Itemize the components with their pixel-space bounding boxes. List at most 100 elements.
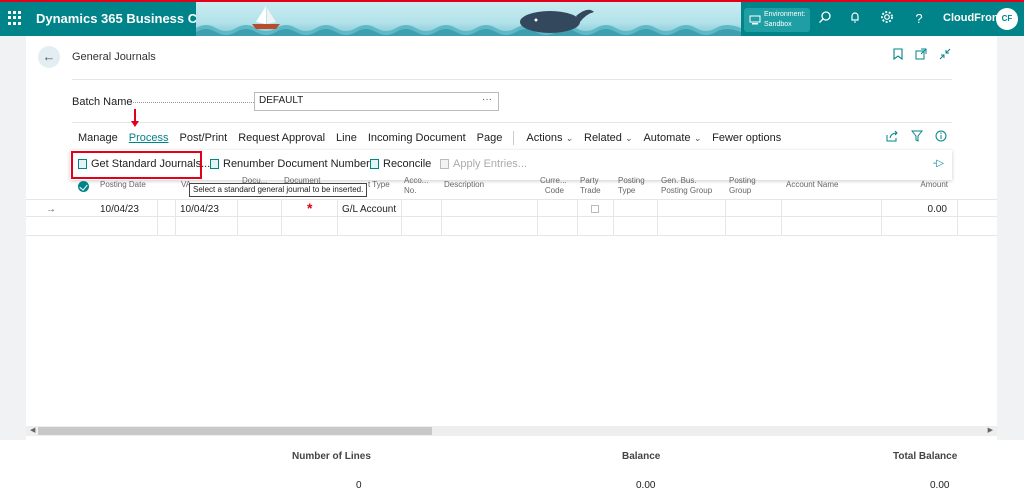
document-no-cell[interactable]: *	[282, 200, 338, 218]
col-amount[interactable]: Amount	[896, 180, 948, 190]
gen-prod-posting-group-cell[interactable]	[726, 200, 782, 218]
number-of-lines-value: 0	[356, 480, 362, 491]
menu-actions[interactable]: Actions ⌄	[526, 132, 573, 144]
table-row[interactable]	[26, 218, 997, 236]
bookmark-icon[interactable]	[893, 48, 903, 63]
fewer-options-link[interactable]: Fewer options	[712, 132, 781, 144]
col-gen-posting-type[interactable]: Posting Type	[618, 176, 645, 196]
scrollbar-thumb[interactable]	[38, 427, 432, 435]
search-icon[interactable]	[816, 10, 834, 28]
select-all-icon[interactable]	[78, 181, 89, 192]
currency-code-cell[interactable]	[538, 200, 578, 218]
avatar[interactable]: CF	[996, 8, 1018, 30]
col-gen-bus-posting-group[interactable]: Gen. Bus. Posting Group	[661, 176, 712, 196]
apply-entries-label: Apply Entries...	[453, 158, 527, 170]
cell[interactable]	[176, 218, 238, 236]
col-party-line1: Party	[580, 176, 599, 185]
cell[interactable]	[338, 218, 402, 236]
environment-value: Sandbox	[764, 21, 792, 28]
divider	[72, 79, 952, 80]
scroll-left-icon[interactable]: ◀	[30, 426, 35, 434]
col-gen-prod-line2: Group	[729, 186, 752, 195]
horizontal-scrollbar[interactable]: ◀ ▶	[26, 426, 997, 436]
col-currency-line2: Code	[544, 186, 564, 195]
col-posting-date[interactable]: Posting Date	[100, 180, 146, 190]
cell[interactable]	[726, 218, 782, 236]
environment-badge[interactable]: Environment: Sandbox	[744, 8, 810, 32]
menu-request-approval[interactable]: Request Approval	[238, 132, 325, 144]
menu-automate[interactable]: Automate ⌄	[643, 132, 701, 144]
cell[interactable]	[782, 218, 882, 236]
batch-name-label: Batch Name	[72, 96, 133, 108]
reconcile-button[interactable]: Reconcile	[370, 158, 431, 170]
menu-page[interactable]: Page	[477, 132, 503, 144]
balance-label: Balance	[622, 451, 661, 462]
description-cell[interactable]	[442, 200, 538, 218]
menu-related[interactable]: Related ⌄	[584, 132, 632, 144]
collapse-icon[interactable]	[939, 48, 951, 63]
open-new-window-icon[interactable]	[915, 48, 927, 63]
gear-icon[interactable]	[878, 10, 896, 28]
gen-bus-posting-group-cell[interactable]	[658, 200, 726, 218]
col-party-line2: Trade	[580, 186, 601, 195]
pin-icon[interactable]: -▷	[933, 158, 944, 169]
renumber-document-numbers-button[interactable]: Renumber Document Numbers	[210, 158, 375, 170]
batch-name-field[interactable]: DEFAULT ···	[254, 92, 499, 111]
page-tools	[886, 130, 947, 145]
col-gen-posting-line2: Type	[618, 186, 636, 195]
amount-cell[interactable]: 0.00	[882, 200, 958, 218]
col-account-no[interactable]: Acco... No.	[404, 176, 428, 196]
cell[interactable]	[96, 218, 158, 236]
col-party-trade[interactable]: Party Trade	[580, 176, 601, 196]
menu-process[interactable]: Process	[129, 132, 169, 144]
menu-incoming-document[interactable]: Incoming Document	[368, 132, 466, 144]
cell[interactable]	[402, 218, 442, 236]
environment-icon	[749, 15, 761, 25]
cell[interactable]	[882, 218, 958, 236]
app-launcher-icon[interactable]	[8, 11, 22, 25]
col-gen-posting-line1: Posting	[618, 176, 645, 185]
chevron-down-icon: ⌄	[624, 133, 633, 143]
cell[interactable]	[578, 218, 614, 236]
scroll-right-icon[interactable]: ▶	[988, 426, 993, 434]
col-gen-prod-line1: Posting	[729, 176, 756, 185]
col-account-type[interactable]: t Type	[368, 180, 390, 190]
highlight-box	[71, 151, 202, 179]
back-arrow-icon[interactable]: ←	[38, 46, 60, 68]
menu-line[interactable]: Line	[336, 132, 357, 144]
document-type-cell[interactable]	[238, 200, 282, 218]
bell-icon[interactable]	[846, 10, 864, 28]
lookup-button[interactable]: ···	[482, 94, 492, 105]
page-title: General Journals	[72, 51, 156, 63]
share-icon[interactable]	[886, 130, 899, 145]
col-gen-prod-posting-group[interactable]: Posting Group	[729, 176, 756, 196]
posting-date-cell[interactable]: 10/04/23	[96, 200, 158, 218]
cell[interactable]	[442, 218, 538, 236]
action-menu-bar: Manage Process Post/Print Request Approv…	[78, 130, 792, 146]
cell[interactable]	[614, 218, 658, 236]
cell[interactable]	[658, 218, 726, 236]
table-row[interactable]: → 10/04/23 10/04/23 * G/L Account 0.00	[26, 199, 997, 218]
cell[interactable]	[282, 218, 338, 236]
menu-post-print[interactable]: Post/Print	[180, 132, 228, 144]
vat-date-cell[interactable]: 10/04/23	[176, 200, 238, 218]
cell[interactable]	[158, 218, 176, 236]
account-no-cell[interactable]	[402, 200, 442, 218]
gen-posting-type-cell[interactable]	[614, 200, 658, 218]
account-name-cell[interactable]	[782, 200, 882, 218]
process-actions-panel: Get Standard Journals... Renumber Docume…	[70, 150, 952, 180]
help-icon[interactable]: ?	[910, 10, 928, 28]
col-account-name[interactable]: Account Name	[786, 180, 838, 190]
col-currency-code[interactable]: Curre... Code	[540, 176, 567, 196]
cell[interactable]	[158, 200, 176, 218]
party-trade-checkbox[interactable]	[591, 205, 599, 213]
col-description[interactable]: Description	[444, 180, 484, 190]
total-balance-label: Total Balance	[893, 451, 958, 462]
info-icon[interactable]	[935, 130, 947, 145]
account-type-cell[interactable]: G/L Account	[338, 200, 402, 218]
cell[interactable]	[238, 218, 282, 236]
tooltip: Select a standard general journal to be …	[189, 183, 367, 197]
cell[interactable]	[538, 218, 578, 236]
filter-icon[interactable]	[910, 130, 924, 145]
menu-manage[interactable]: Manage	[78, 132, 118, 144]
